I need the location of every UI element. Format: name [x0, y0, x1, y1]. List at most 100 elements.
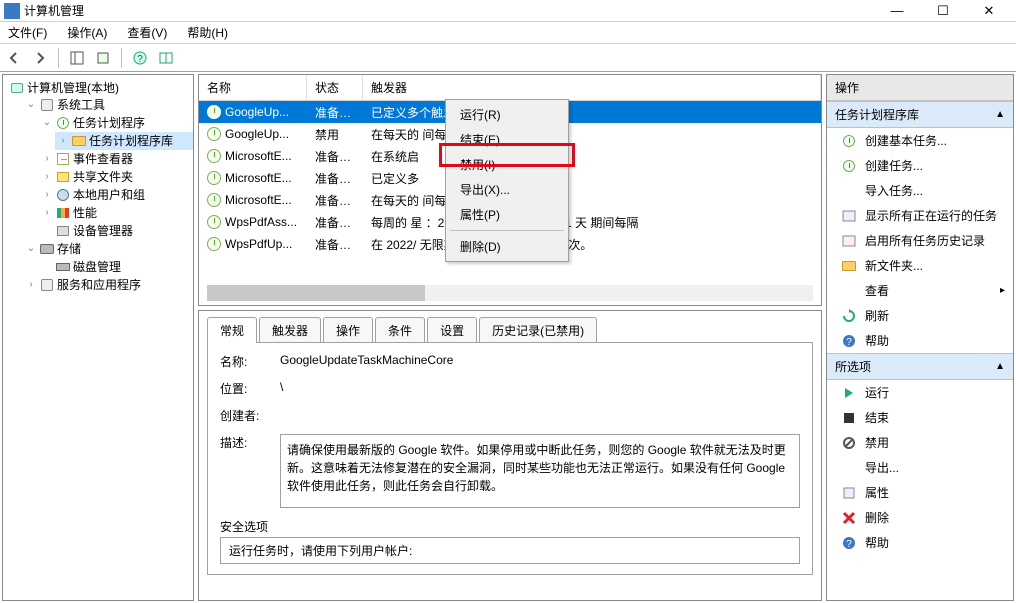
- task-name: MicrosoftE...: [225, 149, 292, 163]
- value-name: GoogleUpdateTaskMachineCore: [280, 353, 800, 367]
- action-refresh[interactable]: 刷新: [827, 303, 1013, 328]
- action-label: 帮助: [865, 332, 889, 349]
- tree-disk-management[interactable]: 磁盘管理: [39, 258, 193, 276]
- tab-conditions[interactable]: 条件: [375, 317, 425, 343]
- action-export[interactable]: 导出...: [827, 455, 1013, 480]
- maximize-icon: ☐: [937, 3, 949, 18]
- tree-task-scheduler[interactable]: ⌄ 任务计划程序: [39, 114, 193, 132]
- menu-help[interactable]: 帮助(H): [183, 22, 232, 43]
- ctx-props[interactable]: 属性(P): [446, 202, 568, 227]
- tools-icon: [39, 97, 55, 113]
- task-icon: [841, 133, 857, 149]
- action-help2[interactable]: ?帮助: [827, 530, 1013, 555]
- tab-settings[interactable]: 设置: [427, 317, 477, 343]
- col-header-name[interactable]: 名称: [199, 75, 307, 100]
- tree-event-viewer[interactable]: ›事件查看器: [39, 150, 193, 168]
- tree-system-tools[interactable]: ⌄ 系统工具: [23, 96, 193, 114]
- app-icon: [4, 3, 20, 19]
- maximize-button[interactable]: ☐: [920, 0, 966, 22]
- scrollbar-thumb[interactable]: [207, 285, 425, 301]
- task-trigger: 每周的 星 ：2022/3/21 - 触发后，在 1 天 期间每隔: [363, 214, 821, 231]
- tab-actions[interactable]: 操作: [323, 317, 373, 343]
- action-help[interactable]: ?帮助: [827, 328, 1013, 353]
- expand-icon[interactable]: ›: [41, 204, 53, 222]
- menu-view[interactable]: 查看(V): [123, 22, 171, 43]
- expand-icon[interactable]: ›: [57, 132, 69, 150]
- tb-fwd-button[interactable]: [30, 48, 50, 68]
- tree-performance[interactable]: › 性能: [39, 204, 193, 222]
- tab-general[interactable]: 常规: [207, 317, 257, 343]
- ctx-end[interactable]: 结束(E): [446, 127, 568, 152]
- list-icon: [841, 208, 857, 224]
- task-trigger: 在系统启: [363, 148, 821, 165]
- ctx-run[interactable]: 运行(R): [446, 102, 568, 127]
- action-section-library[interactable]: 任务计划程序库 ▲: [827, 101, 1013, 128]
- stop-icon: [841, 410, 857, 426]
- tb-pane-button[interactable]: [67, 48, 87, 68]
- action-section-selected[interactable]: 所选项 ▲: [827, 353, 1013, 380]
- expand-icon[interactable]: ›: [41, 150, 53, 168]
- minimize-button[interactable]: —: [874, 0, 920, 22]
- task-name: GoogleUp...: [225, 105, 289, 119]
- tb-back-button[interactable]: [4, 48, 24, 68]
- task-status: 准备就绪: [307, 104, 363, 121]
- tree-shared-folders[interactable]: ›共享文件夹: [39, 168, 193, 186]
- security-options-body: 运行任务时，请使用下列用户帐户:: [220, 537, 800, 564]
- action-create-task[interactable]: 创建任务...: [827, 153, 1013, 178]
- menu-action[interactable]: 操作(A): [63, 22, 111, 43]
- task-icon: [841, 158, 857, 174]
- horizontal-scrollbar[interactable]: [207, 285, 813, 301]
- tb-props-button[interactable]: [93, 48, 113, 68]
- action-end[interactable]: 结束: [827, 405, 1013, 430]
- tb-layout-button[interactable]: [156, 48, 176, 68]
- collapse-icon[interactable]: ⌄: [41, 114, 53, 132]
- tree-services[interactable]: › 服务和应用程序: [23, 276, 193, 294]
- action-disable[interactable]: 禁用: [827, 430, 1013, 455]
- svg-text:?: ?: [846, 539, 852, 550]
- action-import-task[interactable]: 导入任务...: [827, 178, 1013, 203]
- action-label: 创建基本任务...: [865, 132, 947, 149]
- action-create-basic-task[interactable]: 创建基本任务...: [827, 128, 1013, 153]
- nav-tree[interactable]: 计算机管理(本地) ⌄ 系统工具 ⌄ 任务计划程序: [3, 75, 193, 294]
- col-header-status[interactable]: 状态: [307, 75, 363, 100]
- action-show-running[interactable]: 显示所有正在运行的任务: [827, 203, 1013, 228]
- tree-label: 服务和应用程序: [57, 276, 141, 294]
- ctx-disable[interactable]: 禁用(I): [446, 152, 568, 177]
- ctx-export[interactable]: 导出(X)...: [446, 177, 568, 202]
- tab-history[interactable]: 历史记录(已禁用): [479, 317, 597, 343]
- perf-icon: [55, 205, 71, 221]
- tree-root[interactable]: 计算机管理(本地): [7, 79, 193, 96]
- close-button[interactable]: ✕: [966, 0, 1012, 22]
- tree-device-manager[interactable]: 设备管理器: [39, 222, 193, 240]
- task-trigger: 在每天的 间每隔 1 小时 重复一次。: [363, 192, 821, 209]
- action-view[interactable]: 查看▸: [827, 278, 1013, 303]
- tab-triggers[interactable]: 触发器: [259, 317, 321, 343]
- col-header-trigger[interactable]: 触发器: [363, 75, 821, 100]
- action-enable-history[interactable]: 启用所有任务历史记录: [827, 228, 1013, 253]
- collapse-icon[interactable]: ⌄: [25, 240, 37, 258]
- task-icon: [207, 215, 221, 229]
- tree-label: 性能: [73, 204, 97, 222]
- main-area: 计算机管理(本地) ⌄ 系统工具 ⌄ 任务计划程序: [0, 72, 1016, 603]
- expand-icon[interactable]: ›: [25, 276, 37, 294]
- menu-file[interactable]: 文件(F): [4, 22, 51, 43]
- ctx-delete[interactable]: 删除(D): [446, 234, 568, 259]
- action-run[interactable]: 运行: [827, 380, 1013, 405]
- expand-icon[interactable]: ›: [41, 168, 53, 186]
- tb-help-button[interactable]: ?: [130, 48, 150, 68]
- expand-icon[interactable]: ›: [41, 186, 53, 204]
- action-new-folder[interactable]: 新文件夹...: [827, 253, 1013, 278]
- collapse-icon[interactable]: ⌄: [25, 96, 37, 114]
- tree-scheduler-library[interactable]: › 任务计划程序库: [55, 132, 193, 150]
- tree-local-users[interactable]: ›本地用户和组: [39, 186, 193, 204]
- delete-icon: [841, 510, 857, 526]
- tree-storage[interactable]: ⌄存储: [23, 240, 193, 258]
- action-properties[interactable]: 属性: [827, 480, 1013, 505]
- task-trigger: 已定义多个触发器: [363, 104, 821, 121]
- svg-text:?: ?: [137, 54, 143, 65]
- services-icon: [39, 277, 55, 293]
- properties-icon: [841, 485, 857, 501]
- history-icon: [841, 233, 857, 249]
- disk-icon: [55, 259, 71, 275]
- action-delete[interactable]: 删除: [827, 505, 1013, 530]
